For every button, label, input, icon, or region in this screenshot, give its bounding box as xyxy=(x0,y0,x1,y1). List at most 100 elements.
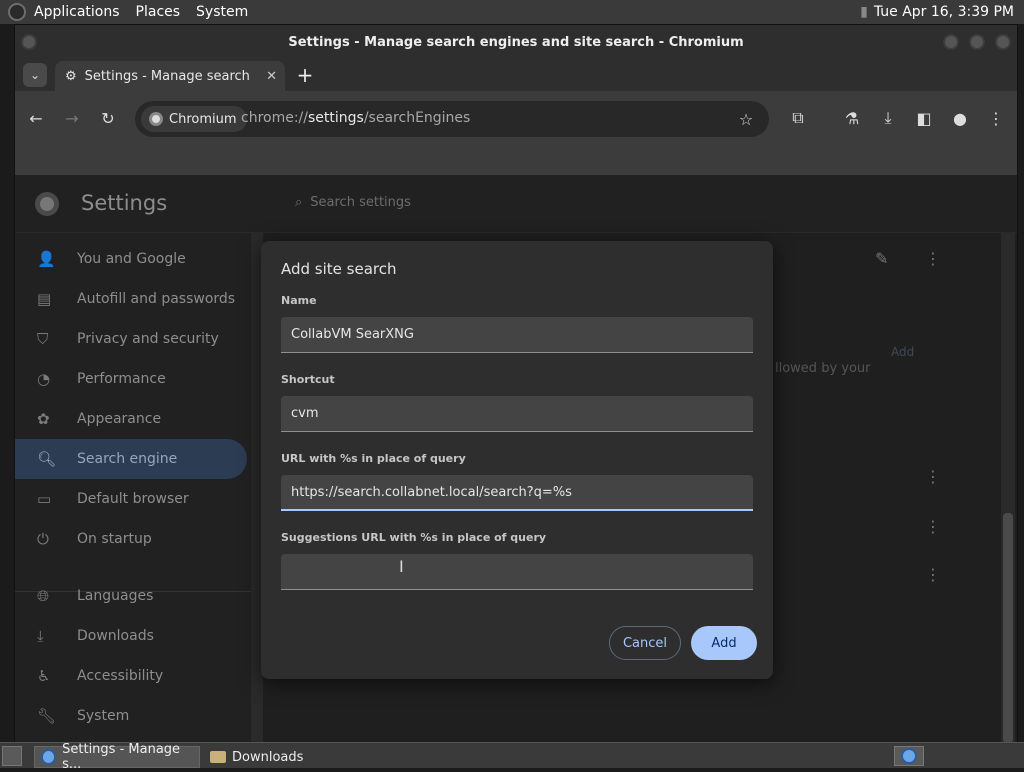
panel-separator-icon: ▮ xyxy=(860,4,868,20)
browser-menu-button[interactable]: ⋮ xyxy=(985,107,1007,129)
clipboard-icon: ▤ xyxy=(37,290,52,308)
url-label: URL with %s in place of query xyxy=(281,452,466,465)
edit-pencil-icon[interactable]: ✎ xyxy=(875,249,888,268)
sidebar-item-system[interactable]: 🔧︎ System xyxy=(15,696,247,736)
taskbar-item-settings[interactable]: Settings - Manage s... xyxy=(34,742,200,772)
sidebar-item-languages[interactable]: 🌐︎ Languages xyxy=(15,576,247,616)
taskbar: Settings - Manage s... Downloads xyxy=(0,742,1024,772)
bookmark-bar xyxy=(15,145,1017,175)
bookmark-star-button[interactable]: ☆ xyxy=(735,108,757,130)
close-tab-icon[interactable]: ✕ xyxy=(266,69,277,84)
sidebar-item-accessibility[interactable]: ♿︎ Accessibility xyxy=(15,656,247,696)
sidebar-item-downloads[interactable]: ⤓ Downloads xyxy=(15,616,247,656)
row-more-icon[interactable]: ⋮ xyxy=(925,565,941,584)
url-field[interactable]: https://search.collabnet.local/search?q=… xyxy=(281,475,753,511)
chevron-down-icon: ⌄ xyxy=(29,68,41,82)
name-field[interactable]: CollabVM SearXNG xyxy=(281,317,753,353)
search-placeholder: Search settings xyxy=(310,195,411,210)
tab-search-button[interactable]: ⌄ xyxy=(23,63,47,87)
dialog-title: Add site search xyxy=(281,260,397,278)
avatar-icon: ● xyxy=(953,108,967,128)
distro-logo-icon[interactable] xyxy=(8,3,26,21)
bg-policy-text: llowed by your xyxy=(775,361,871,376)
add-site-search-dialog: Add site search Name CollabVM SearXNG Sh… xyxy=(261,241,773,679)
browser-window: Settings - Manage search engines and sit… xyxy=(14,24,1018,743)
browser-icon: ▭ xyxy=(37,490,52,508)
sidebar-item-appearance[interactable]: ✿ Appearance xyxy=(15,399,247,439)
kebab-menu-icon: ⋮ xyxy=(988,108,1004,128)
downloads-button[interactable]: ⤓ xyxy=(877,107,899,129)
sidebar-item-search-engine[interactable]: 🔍︎ Search engine xyxy=(15,439,247,479)
window-menu-button[interactable] xyxy=(21,34,37,50)
side-panel-button[interactable]: ◧ xyxy=(913,107,935,129)
browser-toolbar: ← → ↻ Chromium chrome://settings/searchE… xyxy=(15,91,1017,145)
search-settings-input[interactable]: ⌕ Search settings xyxy=(295,195,411,210)
page-title: Settings xyxy=(81,191,168,215)
search-icon: 🔍︎ xyxy=(37,450,57,468)
scrollbar-thumb[interactable] xyxy=(1003,513,1013,743)
sidebar-item-you-and-google[interactable]: 👤 You and Google xyxy=(15,239,247,279)
folder-icon xyxy=(210,751,226,763)
add-button[interactable]: Add xyxy=(691,626,757,660)
close-window-button[interactable] xyxy=(995,34,1011,50)
url-text[interactable]: chrome://settings/searchEngines xyxy=(241,110,470,126)
search-icon: ⌕ xyxy=(295,195,303,210)
download-icon: ⤓ xyxy=(37,627,44,645)
taskbar-item-downloads[interactable]: Downloads xyxy=(204,746,344,768)
site-info-chip[interactable]: Chromium xyxy=(141,106,247,132)
window-titlebar[interactable]: Settings - Manage search engines and sit… xyxy=(15,25,1017,59)
minimize-button[interactable] xyxy=(943,34,959,50)
show-desktop-button[interactable] xyxy=(2,746,22,766)
sidebar-item-on-startup[interactable]: ⏻ On startup xyxy=(15,519,247,559)
suggestions-url-field[interactable] xyxy=(281,554,753,590)
gear-icon: ⚙ xyxy=(65,68,77,84)
shortcut-field[interactable]: cvm xyxy=(281,396,753,432)
name-label: Name xyxy=(281,294,317,307)
reload-icon: ↻ xyxy=(101,108,115,128)
window-title: Settings - Manage search engines and sit… xyxy=(288,34,744,50)
side-panel-icon: ◧ xyxy=(916,108,932,128)
cancel-button[interactable]: Cancel xyxy=(609,626,681,660)
profile-button[interactable]: ● xyxy=(949,107,971,129)
address-bar[interactable]: Chromium chrome://settings/searchEngines… xyxy=(135,101,769,137)
labs-button[interactable]: ⚗ xyxy=(841,107,863,129)
clock[interactable]: Tue Apr 16, 3:39 PM xyxy=(874,4,1014,20)
sidebar-item-autofill[interactable]: ▤ Autofill and passwords xyxy=(15,279,247,319)
tray-chromium-button[interactable] xyxy=(894,746,924,766)
puzzle-icon: ⧉ xyxy=(792,108,804,127)
accessibility-icon: ♿︎ xyxy=(37,667,51,685)
arrow-right-icon: → xyxy=(65,108,79,128)
row-more-icon[interactable]: ⋮ xyxy=(925,517,941,536)
row-more-icon[interactable]: ⋮ xyxy=(925,467,941,486)
shield-icon: ⛉ xyxy=(37,330,49,348)
tab-settings[interactable]: ⚙ Settings - Manage search engines and s… xyxy=(55,61,285,91)
star-icon: ☆ xyxy=(738,109,754,129)
wrench-icon: 🔧︎ xyxy=(37,707,57,725)
menu-places[interactable]: Places xyxy=(136,4,181,20)
more-actions-icon[interactable]: ⋮ xyxy=(925,249,941,268)
shortcut-label: Shortcut xyxy=(281,373,335,386)
globe-icon: 🌐︎ xyxy=(37,587,50,605)
gauge-icon: ◔ xyxy=(37,370,51,388)
suggestions-url-label: Suggestions URL with %s in place of quer… xyxy=(281,531,547,544)
extensions-button[interactable]: ⧉ xyxy=(787,107,809,129)
maximize-button[interactable] xyxy=(969,34,985,50)
new-tab-button[interactable]: + xyxy=(293,63,317,87)
sidebar-item-default-browser[interactable]: ▭ Default browser xyxy=(15,479,247,519)
settings-header: Settings ⌕ Search settings xyxy=(15,175,1017,233)
chromium-icon xyxy=(901,748,917,764)
tab-strip: ⌄ ⚙ Settings - Manage search engines and… xyxy=(15,59,1017,91)
sidebar-item-privacy[interactable]: ⛉ Privacy and security xyxy=(15,319,247,359)
chromium-icon xyxy=(41,749,57,765)
power-icon: ⏻ xyxy=(37,530,49,548)
back-button[interactable]: ← xyxy=(25,107,47,129)
sidebar-item-performance[interactable]: ◔ Performance xyxy=(15,359,247,399)
site-chip-label: Chromium xyxy=(169,111,237,127)
content-scrollbar[interactable] xyxy=(1001,233,1015,743)
download-icon: ⤓ xyxy=(884,108,892,127)
forward-button[interactable]: → xyxy=(61,107,83,129)
bg-add-button[interactable]: Add xyxy=(891,345,914,359)
menu-system[interactable]: System xyxy=(196,4,248,20)
reload-button[interactable]: ↻ xyxy=(97,107,119,129)
menu-applications[interactable]: Applications xyxy=(34,4,120,20)
